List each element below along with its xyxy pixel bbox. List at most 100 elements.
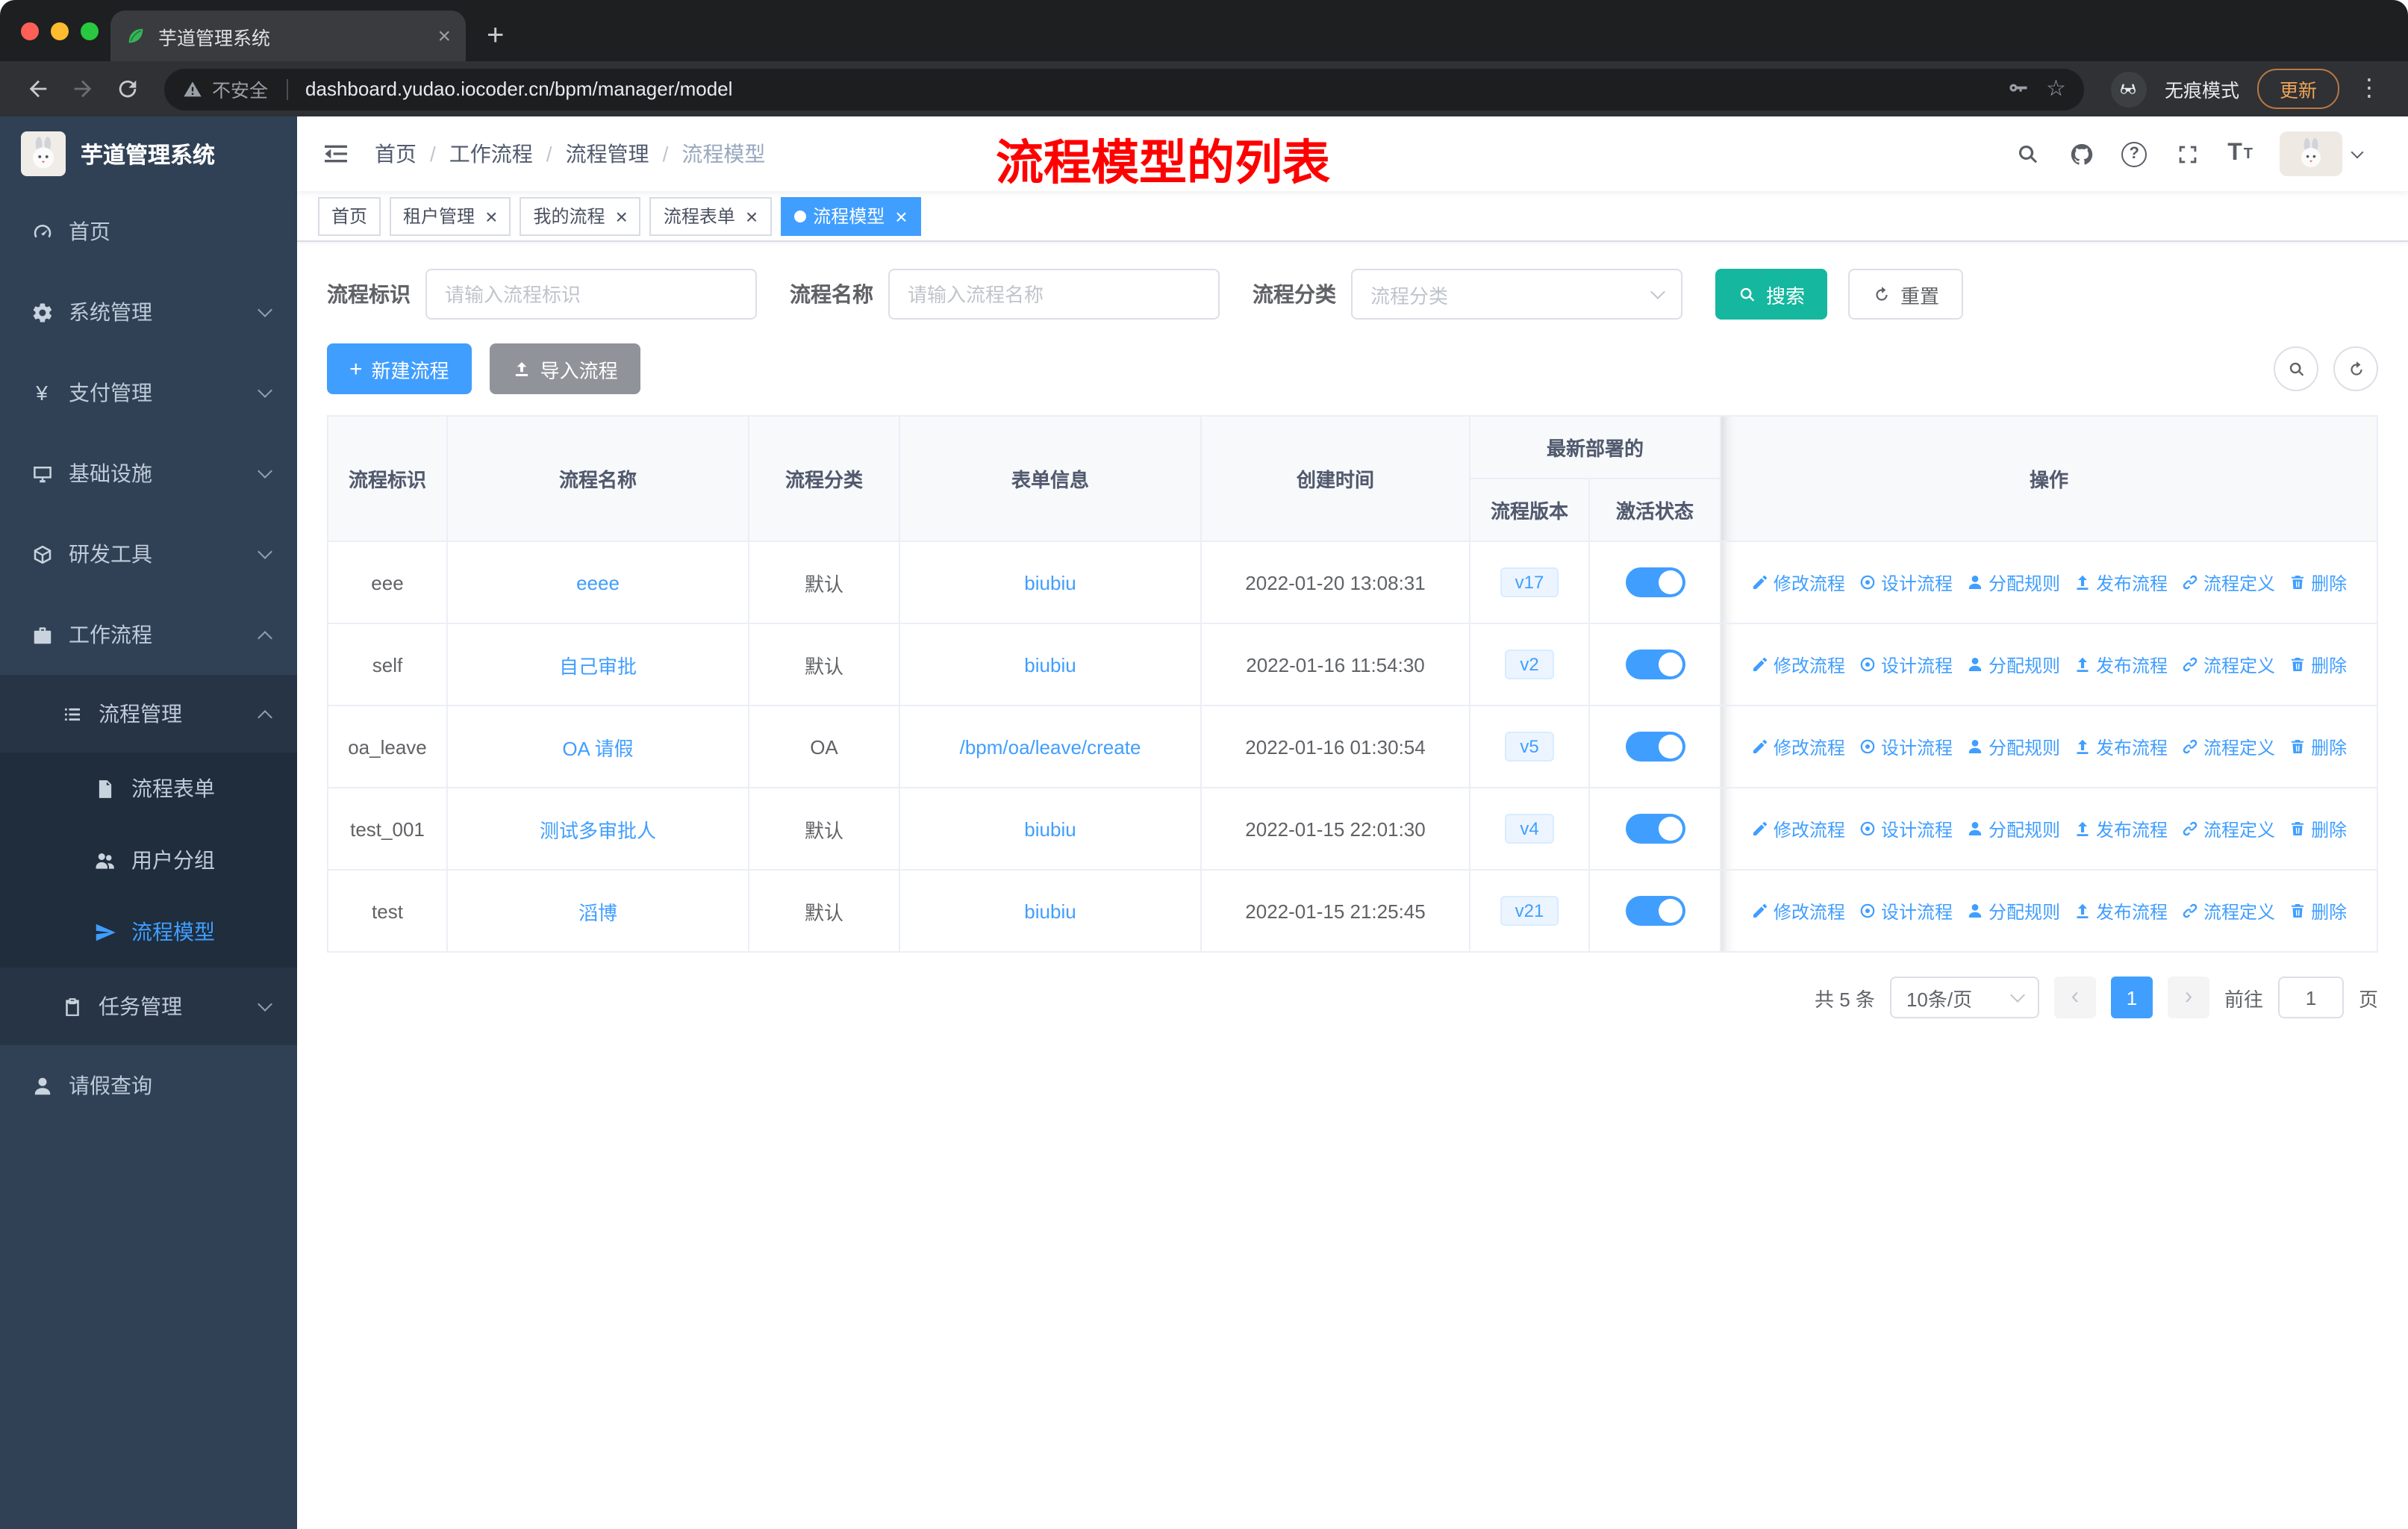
sidebar-toggle-icon[interactable] — [321, 139, 351, 169]
sidebar-item[interactable]: 用户分组 — [0, 824, 297, 896]
modify-process-link[interactable]: 修改流程 — [1751, 816, 1845, 841]
design-process-link[interactable]: 设计流程 — [1859, 652, 1953, 677]
breadcrumb-item[interactable]: 流程管理 — [566, 139, 649, 169]
process-name-link[interactable]: eeee — [576, 571, 620, 594]
sidebar-item[interactable]: 基础设施 — [0, 433, 297, 514]
activation-switch[interactable] — [1625, 732, 1685, 762]
assign-rule-link[interactable]: 分配规则 — [1966, 652, 2060, 677]
process-definition-link[interactable]: 流程定义 — [2181, 570, 2275, 595]
minimize-window-button[interactable] — [51, 22, 69, 40]
search-icon[interactable] — [2014, 140, 2041, 167]
zoom-window-button[interactable] — [81, 22, 99, 40]
bookmark-star-icon[interactable]: ☆ — [2046, 78, 2066, 100]
form-info-link[interactable]: biubiu — [1024, 818, 1076, 840]
activation-switch[interactable] — [1625, 814, 1685, 844]
current-page[interactable]: 1 — [2110, 977, 2153, 1018]
activation-switch[interactable] — [1625, 896, 1685, 926]
view-tag[interactable]: 流程表单 × — [649, 196, 772, 235]
sidebar-item[interactable]: 任务管理 — [0, 968, 297, 1045]
fullscreen-icon[interactable] — [2174, 140, 2200, 167]
breadcrumb-item[interactable]: 首页 — [375, 139, 417, 169]
create-process-button[interactable]: + 新建流程 — [327, 343, 472, 394]
sidebar-item[interactable]: 流程管理 — [0, 675, 297, 753]
version-tag[interactable]: v4 — [1505, 814, 1554, 844]
new-tab-button[interactable]: + — [487, 21, 504, 51]
back-button[interactable] — [15, 66, 60, 111]
page-size-select[interactable]: 10条/页 — [1889, 977, 2039, 1018]
browser-tab[interactable]: 芋道管理系统 × — [110, 10, 466, 61]
view-tag[interactable]: 流程模型 × — [780, 196, 921, 235]
design-process-link[interactable]: 设计流程 — [1859, 816, 1953, 841]
process-id-input[interactable] — [425, 269, 757, 320]
view-tag[interactable]: 我的流程 × — [520, 196, 641, 235]
password-key-icon[interactable] — [2006, 75, 2028, 102]
close-tag-icon[interactable]: × — [615, 205, 627, 226]
form-info-link[interactable]: biubiu — [1024, 653, 1076, 676]
process-definition-link[interactable]: 流程定义 — [2181, 734, 2275, 759]
assign-rule-link[interactable]: 分配规则 — [1966, 734, 2060, 759]
publish-process-link[interactable]: 发布流程 — [2074, 816, 2168, 841]
assign-rule-link[interactable]: 分配规则 — [1966, 816, 2060, 841]
category-select[interactable]: 流程分类 — [1351, 269, 1682, 320]
prev-page-button[interactable]: ‹ — [2053, 977, 2096, 1018]
design-process-link[interactable]: 设计流程 — [1859, 570, 1953, 595]
delete-link[interactable]: 删除 — [2289, 570, 2347, 595]
search-button[interactable]: 搜索 — [1715, 269, 1828, 320]
version-tag[interactable]: v5 — [1505, 732, 1554, 762]
assign-rule-link[interactable]: 分配规则 — [1966, 898, 2060, 924]
browser-menu-icon[interactable]: ⋮ — [2357, 76, 2381, 101]
modify-process-link[interactable]: 修改流程 — [1751, 734, 1845, 759]
import-process-button[interactable]: 导入流程 — [489, 343, 640, 394]
version-tag[interactable]: v17 — [1500, 567, 1559, 597]
view-tag[interactable]: 租户管理 × — [390, 196, 511, 235]
modify-process-link[interactable]: 修改流程 — [1751, 570, 1845, 595]
sidebar-item[interactable]: 流程表单 — [0, 753, 297, 824]
font-size-icon[interactable] — [2227, 140, 2253, 167]
activation-switch[interactable] — [1625, 567, 1685, 597]
modify-process-link[interactable]: 修改流程 — [1751, 652, 1845, 677]
sidebar-item[interactable]: ¥ 支付管理 — [0, 352, 297, 433]
process-name-input[interactable] — [888, 269, 1220, 320]
delete-link[interactable]: 删除 — [2289, 652, 2347, 677]
process-definition-link[interactable]: 流程定义 — [2181, 652, 2275, 677]
process-name-link[interactable]: 测试多审批人 — [540, 819, 656, 841]
toggle-search-button[interactable] — [2274, 346, 2318, 391]
sidebar-item[interactable]: 流程模型 — [0, 896, 297, 968]
close-tab-icon[interactable]: × — [437, 25, 451, 47]
goto-page-input[interactable] — [2277, 977, 2344, 1018]
design-process-link[interactable]: 设计流程 — [1859, 734, 1953, 759]
process-name-link[interactable]: OA 请假 — [562, 737, 633, 759]
design-process-link[interactable]: 设计流程 — [1859, 898, 1953, 924]
process-name-link[interactable]: 滔博 — [578, 901, 617, 924]
form-info-link[interactable]: biubiu — [1024, 900, 1076, 922]
delete-link[interactable]: 删除 — [2289, 816, 2347, 841]
version-tag[interactable]: v2 — [1505, 650, 1554, 679]
process-name-link[interactable]: 自己审批 — [559, 655, 637, 677]
user-avatar[interactable] — [2280, 131, 2364, 176]
github-icon[interactable] — [2068, 140, 2094, 167]
help-icon[interactable] — [2121, 141, 2147, 166]
address-bar[interactable]: 不安全 dashboard.yudao.iocoder.cn/bpm/manag… — [164, 68, 2084, 110]
delete-link[interactable]: 删除 — [2289, 734, 2347, 759]
close-tag-icon[interactable]: × — [895, 205, 907, 226]
publish-process-link[interactable]: 发布流程 — [2074, 898, 2168, 924]
modify-process-link[interactable]: 修改流程 — [1751, 898, 1845, 924]
sidebar-item[interactable]: 请假查询 — [0, 1045, 297, 1126]
sidebar-item[interactable]: 系统管理 — [0, 272, 297, 352]
process-definition-link[interactable]: 流程定义 — [2181, 816, 2275, 841]
next-page-button[interactable]: › — [2167, 977, 2209, 1018]
update-button[interactable]: 更新 — [2256, 69, 2339, 109]
breadcrumb-item[interactable]: 工作流程 — [449, 139, 533, 169]
reload-button[interactable] — [105, 66, 149, 111]
sidebar-item[interactable]: 研发工具 — [0, 514, 297, 594]
publish-process-link[interactable]: 发布流程 — [2074, 652, 2168, 677]
sidebar-item[interactable]: 首页 — [0, 191, 297, 272]
version-tag[interactable]: v21 — [1500, 896, 1559, 926]
reset-button[interactable]: 重置 — [1848, 269, 1964, 320]
process-definition-link[interactable]: 流程定义 — [2181, 898, 2275, 924]
forward-button[interactable] — [60, 66, 105, 111]
activation-switch[interactable] — [1625, 650, 1685, 679]
refresh-table-button[interactable] — [2333, 346, 2378, 391]
close-window-button[interactable] — [21, 22, 39, 40]
close-tag-icon[interactable]: × — [485, 205, 497, 226]
